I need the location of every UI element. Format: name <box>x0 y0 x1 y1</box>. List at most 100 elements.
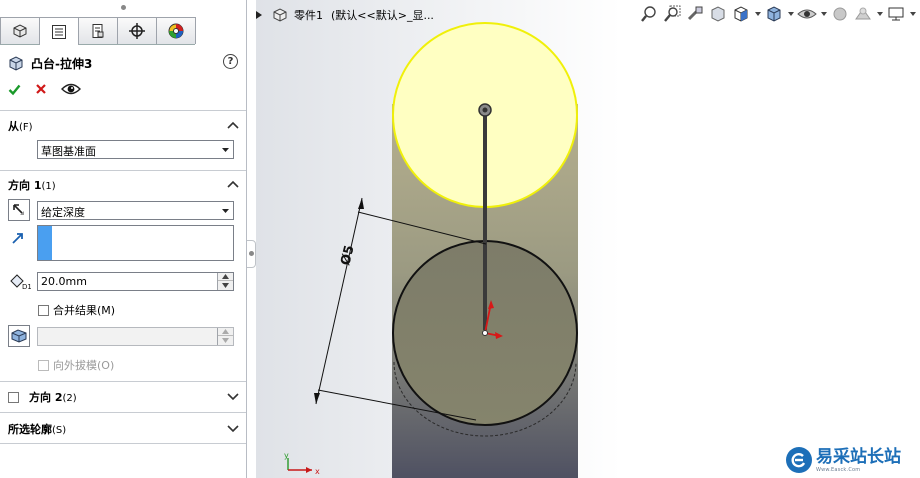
from-label: 从 <box>8 120 19 133</box>
manager-tabs <box>0 17 196 45</box>
selected-contours-shortcut: (S) <box>52 425 67 436</box>
cancel-x-icon[interactable] <box>35 83 47 95</box>
chevron-down-icon <box>222 148 229 152</box>
expand-triangle-icon[interactable] <box>256 11 262 19</box>
end-condition-value: 给定深度 <box>41 206 85 219</box>
hide-show-eye-icon <box>797 9 817 19</box>
extrude-handle-center <box>482 107 488 113</box>
appearance-icon <box>833 7 847 21</box>
hide-show-dropdown[interactable] <box>820 4 827 24</box>
property-manager-panel: 凸台-拉伸3 ? 从(F) 草图基准面 方向 1(1) 给定深度 D1 20.0… <box>0 0 247 478</box>
zoom-to-area-icon <box>664 5 681 22</box>
draft-angle-input[interactable] <box>37 327 234 346</box>
display-style-dropdown[interactable] <box>787 4 794 24</box>
previous-view-button[interactable] <box>685 4 705 24</box>
view-settings-dropdown[interactable] <box>909 4 916 24</box>
tab-display-manager[interactable] <box>156 17 196 44</box>
axis-x-label: x <box>315 467 320 476</box>
group-direction1-header[interactable]: 方向 1(1) <box>8 177 241 193</box>
divider <box>0 443 246 444</box>
model-scene[interactable]: Ø5 y x <box>256 0 920 478</box>
divider <box>0 110 246 111</box>
feature-title-row: 凸台-拉伸3 ? <box>8 54 238 72</box>
divider <box>0 170 246 171</box>
section-view-button[interactable] <box>708 4 728 24</box>
breadcrumb-config[interactable]: (默认<<默认>_显... <box>331 7 434 23</box>
depth-input[interactable]: 20.0mm <box>37 272 234 291</box>
panel-grip[interactable] <box>0 0 246 14</box>
dropdown-arrow-icon <box>820 12 827 16</box>
graphics-viewport[interactable]: Ø5 y x 零件1 (默认<<默认>_显... 易采站长站 Www.Easck… <box>256 0 920 478</box>
view-orientation-dropdown[interactable] <box>754 4 761 24</box>
reverse-direction-button[interactable] <box>8 199 30 221</box>
group-selected-contours-header[interactable]: 所选轮廓(S) <box>8 421 241 437</box>
zoom-to-area-button[interactable] <box>662 4 682 24</box>
chevron-up-icon[interactable] <box>227 179 239 189</box>
end-condition-select[interactable]: 给定深度 <box>37 201 234 220</box>
apply-scene-button[interactable] <box>853 4 873 24</box>
from-shortcut: (F) <box>19 122 33 133</box>
merge-result-label: 合并结果(M) <box>53 304 116 317</box>
action-buttons <box>8 82 81 96</box>
help-icon[interactable]: ? <box>223 54 238 69</box>
panel-collapse-handle[interactable] <box>247 240 256 268</box>
chevron-down-icon[interactable] <box>227 391 239 401</box>
scene-dropdown[interactable] <box>876 4 883 24</box>
heads-up-view-toolbar <box>639 3 916 25</box>
chevron-up-icon[interactable] <box>227 120 239 130</box>
direction2-checkbox[interactable] <box>8 391 19 403</box>
merge-result-checkbox[interactable]: 合并结果(M) <box>38 302 115 318</box>
depth-dimension-icon: D1 <box>10 274 31 290</box>
from-select-value: 草图基准面 <box>41 145 96 158</box>
zoom-to-fit-button[interactable] <box>639 4 659 24</box>
edit-appearance-button[interactable] <box>830 4 850 24</box>
hide-show-items-button[interactable] <box>797 4 817 24</box>
feature-title: 凸台-拉伸3 <box>31 56 93 71</box>
watermark-brand: 易采站长站 <box>816 447 901 467</box>
tab-feature-manager[interactable] <box>0 17 40 44</box>
watermark-subtitle: Www.Easck.Com <box>816 467 861 473</box>
draft-outward-checkbox[interactable]: 向外拔模(O) <box>38 357 114 373</box>
direction-selection-box[interactable] <box>37 225 234 261</box>
feature-breadcrumb[interactable]: 零件1 (默认<<默认>_显... <box>256 6 434 24</box>
watermark: 易采站长站 Www.Easck.Com <box>782 442 920 478</box>
checkbox-box[interactable] <box>38 304 49 316</box>
depth-spinner[interactable] <box>217 273 233 290</box>
spin-down-icon[interactable] <box>222 337 229 343</box>
direction1-shortcut: (1) <box>41 181 56 192</box>
depth-value: 20.0mm <box>41 275 87 288</box>
tab-configuration-manager[interactable] <box>78 17 118 44</box>
diameter-text[interactable]: Ø5 <box>338 244 357 267</box>
ok-check-icon[interactable] <box>8 83 21 96</box>
section-view-icon <box>711 6 725 22</box>
display-manager-icon <box>168 23 184 39</box>
view-settings-button[interactable] <box>886 4 906 24</box>
spin-up-icon[interactable] <box>222 329 229 334</box>
spin-up-icon[interactable] <box>222 274 229 279</box>
view-orientation-button[interactable] <box>731 4 751 24</box>
draft-spinner[interactable] <box>217 328 233 345</box>
chevron-down-icon[interactable] <box>227 423 239 433</box>
reverse-direction-icon <box>13 204 24 215</box>
dropdown-arrow-icon <box>909 12 916 16</box>
monitor-icon <box>888 7 904 21</box>
group-from-header[interactable]: 从(F) <box>8 118 241 134</box>
group-direction2-header[interactable]: 方向 2(2) <box>8 389 241 405</box>
display-style-button[interactable] <box>764 4 784 24</box>
draft-toggle-button[interactable] <box>8 325 30 347</box>
draft-icon <box>11 329 27 343</box>
tab-dimxpert[interactable] <box>117 17 157 44</box>
selection-active-indicator <box>38 226 52 260</box>
draft-outward-label: 向外拔模(O) <box>53 359 115 372</box>
dropdown-arrow-icon <box>787 12 794 16</box>
selected-contours-label: 所选轮廓 <box>8 423 52 436</box>
tab-property-manager[interactable] <box>39 17 79 45</box>
from-select[interactable]: 草图基准面 <box>37 140 234 159</box>
checkbox-box[interactable] <box>38 359 49 371</box>
direction1-label: 方向 1 <box>8 179 42 192</box>
preview-eye-icon[interactable] <box>61 82 81 96</box>
breadcrumb-part-name[interactable]: 零件1 <box>294 7 323 23</box>
spin-down-icon[interactable] <box>222 282 229 288</box>
dropdown-arrow-icon <box>754 12 761 16</box>
view-orientation-icon <box>734 6 748 22</box>
